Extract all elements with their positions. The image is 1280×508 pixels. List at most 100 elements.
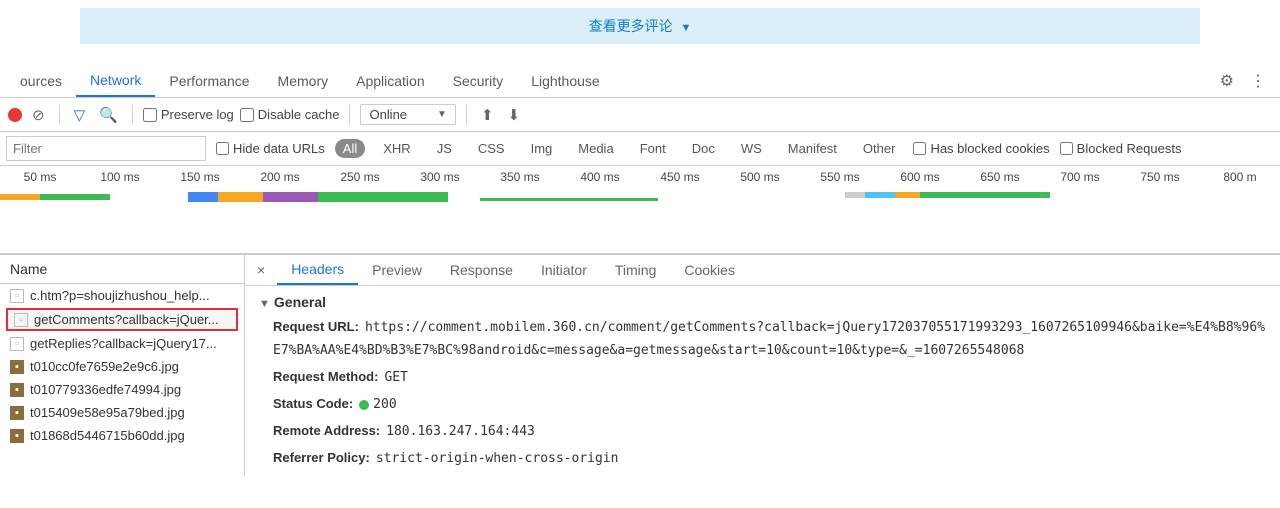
filter-type-all[interactable]: All xyxy=(335,139,365,158)
timeline-tick: 600 ms xyxy=(880,170,960,188)
timeline-tick: 300 ms xyxy=(400,170,480,188)
timeline-bar xyxy=(920,192,1050,198)
request-name: t010cc0fe7659e2e9c6.jpg xyxy=(30,359,179,374)
timeline-tick: 650 ms xyxy=(960,170,1040,188)
gear-icon[interactable]: ⚙ xyxy=(1212,67,1242,95)
blocked-requests-label: Blocked Requests xyxy=(1077,141,1182,156)
kv-label: Request Method: xyxy=(273,369,378,384)
image-icon: ▪ xyxy=(10,360,24,374)
kv-value: 200 xyxy=(373,397,396,412)
section-general[interactable]: ▼General xyxy=(259,294,1266,310)
record-button[interactable] xyxy=(8,108,22,122)
detail-tab-initiator[interactable]: Initiator xyxy=(527,256,601,284)
status-dot-icon xyxy=(359,400,369,410)
lower-panel: Name ▫c.htm?p=shoujizhushou_help... ▫get… xyxy=(0,254,1280,476)
kv-label: Referrer Policy: xyxy=(273,450,370,465)
tab-lighthouse[interactable]: Lighthouse xyxy=(517,66,614,96)
request-row-selected[interactable]: ▫getComments?callback=jQuer... xyxy=(6,308,238,331)
detail-tab-preview[interactable]: Preview xyxy=(358,256,436,284)
request-list-header: Name xyxy=(0,255,244,284)
filter-type-doc[interactable]: Doc xyxy=(684,139,723,158)
devtools-tab-bar: ources Network Performance Memory Applic… xyxy=(0,64,1280,98)
detail-tab-bar: × Headers Preview Response Initiator Tim… xyxy=(245,255,1280,286)
timeline-bars xyxy=(0,188,1280,244)
kv-request-url: Request URL:https://comment.mobilem.360.… xyxy=(273,316,1266,362)
close-icon[interactable]: × xyxy=(245,258,277,282)
kv-label: Request URL: xyxy=(273,319,359,334)
blocked-requests-checkbox[interactable]: Blocked Requests xyxy=(1060,141,1182,156)
kv-label: Status Code: xyxy=(273,396,353,411)
tab-security[interactable]: Security xyxy=(439,66,518,96)
tab-performance[interactable]: Performance xyxy=(155,66,263,96)
kv-remote-address: Remote Address:180.163.247.164:443 xyxy=(273,420,1266,443)
request-row[interactable]: ▪ t015409e58e95a79bed.jpg xyxy=(0,401,244,424)
kv-request-method: Request Method:GET xyxy=(273,366,1266,389)
timeline-tick: 800 m xyxy=(1200,170,1280,188)
timeline-tick: 150 ms xyxy=(160,170,240,188)
timeline-tick: 550 ms xyxy=(800,170,880,188)
search-icon[interactable]: 🔍 xyxy=(95,104,122,126)
tab-network[interactable]: Network xyxy=(76,65,155,97)
filter-icon[interactable]: ▽ xyxy=(70,104,90,126)
timeline-bar xyxy=(0,194,40,200)
timeline-tick: 750 ms xyxy=(1120,170,1200,188)
timeline-bar xyxy=(895,192,920,198)
throttling-label: Online xyxy=(369,107,407,122)
filter-type-manifest[interactable]: Manifest xyxy=(780,139,845,158)
filter-row: Hide data URLs All XHR JS CSS Img Media … xyxy=(0,132,1280,166)
more-comments-button[interactable]: 查看更多评论 ▼ xyxy=(80,8,1200,44)
timeline-ruler: 50 ms 100 ms 150 ms 200 ms 250 ms 300 ms… xyxy=(0,166,1280,188)
menu-icon[interactable]: ⋮ xyxy=(1242,67,1274,95)
timeline-tick: 350 ms xyxy=(480,170,560,188)
filter-type-ws[interactable]: WS xyxy=(733,139,770,158)
hide-data-urls-label: Hide data URLs xyxy=(233,141,325,156)
filter-type-css[interactable]: CSS xyxy=(470,139,513,158)
filter-type-img[interactable]: Img xyxy=(523,139,561,158)
detail-tab-cookies[interactable]: Cookies xyxy=(670,256,749,284)
hide-data-urls-checkbox[interactable]: Hide data URLs xyxy=(216,141,325,156)
detail-tab-headers[interactable]: Headers xyxy=(277,255,358,285)
detail-tab-timing[interactable]: Timing xyxy=(601,256,671,284)
separator xyxy=(59,105,60,125)
kv-label: Remote Address: xyxy=(273,423,380,438)
has-blocked-cookies-checkbox[interactable]: Has blocked cookies xyxy=(913,141,1049,156)
timeline-bar xyxy=(218,192,263,202)
tab-memory[interactable]: Memory xyxy=(264,66,343,96)
timeline-tick: 200 ms xyxy=(240,170,320,188)
document-icon: ▫ xyxy=(14,313,28,327)
filter-input[interactable] xyxy=(6,136,206,161)
upload-icon[interactable]: ⬆ xyxy=(477,104,498,126)
kv-value: strict-origin-when-cross-origin xyxy=(376,451,619,466)
request-row[interactable]: ▪t01868d5446715b60dd.jpg xyxy=(0,424,244,447)
tab-sources[interactable]: ources xyxy=(6,66,76,96)
request-row[interactable]: ▫c.htm?p=shoujizhushou_help... xyxy=(0,284,244,307)
separator xyxy=(349,105,350,125)
chevron-down-icon: ▼ xyxy=(681,22,692,34)
preserve-log-label: Preserve log xyxy=(161,107,234,122)
chevron-down-icon: ▼ xyxy=(437,109,447,120)
tab-application[interactable]: Application xyxy=(342,66,439,96)
more-comments-label: 查看更多评论 xyxy=(589,18,673,34)
section-general-label: General xyxy=(274,294,326,310)
download-icon[interactable]: ⬇ xyxy=(504,104,525,126)
request-row[interactable]: ▪t010779336edfe74994.jpg xyxy=(0,378,244,401)
filter-type-js[interactable]: JS xyxy=(429,139,460,158)
preserve-log-checkbox[interactable]: Preserve log xyxy=(143,107,234,122)
timeline-tick: 450 ms xyxy=(640,170,720,188)
request-name: t015409e58e95a79bed.jpg xyxy=(30,405,185,420)
request-row[interactable]: ▪ t010cc0fe7659e2e9c6.jpg xyxy=(0,355,244,378)
timeline[interactable]: 50 ms 100 ms 150 ms 200 ms 250 ms 300 ms… xyxy=(0,166,1280,254)
disable-cache-checkbox[interactable]: Disable cache xyxy=(240,107,340,122)
image-icon: ▪ xyxy=(10,383,24,397)
detail-tab-response[interactable]: Response xyxy=(436,256,527,284)
throttling-select[interactable]: Online ▼ xyxy=(360,104,455,125)
image-icon: ▪ xyxy=(10,406,24,420)
document-icon: ▫ xyxy=(10,337,24,351)
filter-type-other[interactable]: Other xyxy=(855,139,904,158)
timeline-bar xyxy=(40,194,110,200)
filter-type-media[interactable]: Media xyxy=(570,139,621,158)
clear-icon[interactable]: ⊘ xyxy=(28,104,49,126)
request-row[interactable]: ▫getReplies?callback=jQuery17... xyxy=(0,332,244,355)
filter-type-font[interactable]: Font xyxy=(632,139,674,158)
filter-type-xhr[interactable]: XHR xyxy=(375,139,418,158)
